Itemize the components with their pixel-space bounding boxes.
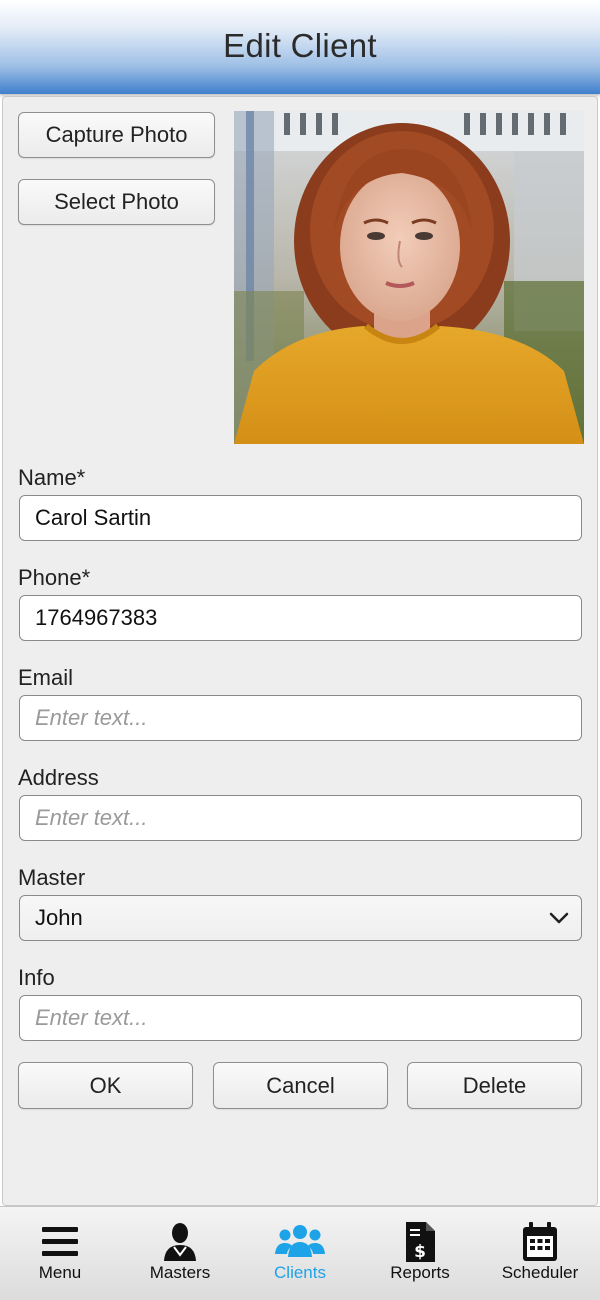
- master-select-value: John: [35, 905, 83, 930]
- calendar-icon: [523, 1222, 557, 1261]
- cancel-button[interactable]: Cancel: [213, 1062, 388, 1109]
- info-label: Info: [18, 965, 55, 990]
- tab-masters[interactable]: Masters: [120, 1207, 240, 1300]
- menu-icon: [42, 1227, 78, 1256]
- ok-button[interactable]: OK: [18, 1062, 193, 1109]
- info-field[interactable]: Enter text...: [19, 995, 582, 1041]
- tab-reports-label: Reports: [390, 1263, 450, 1282]
- email-field[interactable]: Enter text...: [19, 695, 582, 741]
- master-label: Master: [18, 865, 86, 890]
- address-label: Address: [18, 765, 99, 790]
- tab-clients-label: Clients: [274, 1263, 326, 1282]
- phone-label: Phone*: [18, 565, 91, 590]
- name-label: Name*: [18, 465, 86, 490]
- group-icon: [275, 1225, 325, 1257]
- invoice-icon: $: [406, 1222, 435, 1262]
- phone-field[interactable]: 1764967383: [19, 595, 582, 641]
- svg-text:$: $: [414, 1242, 426, 1262]
- edit-client-form: Capture Photo Select Photo Name* Carol S…: [2, 96, 598, 1206]
- capture-photo-button[interactable]: Capture Photo: [18, 112, 215, 158]
- bottom-tab-bar: Menu Masters Clients $ Reports Scheduler: [0, 1206, 600, 1300]
- tab-menu[interactable]: Menu: [0, 1207, 120, 1300]
- chevron-down-icon: [549, 912, 569, 924]
- name-field[interactable]: Carol Sartin: [19, 495, 582, 541]
- select-photo-button[interactable]: Select Photo: [18, 179, 215, 225]
- tab-masters-label: Masters: [149, 1263, 211, 1282]
- master-select[interactable]: John: [19, 895, 582, 941]
- tab-menu-label: Menu: [38, 1263, 82, 1282]
- client-photo: [234, 111, 584, 444]
- tab-scheduler[interactable]: Scheduler: [480, 1207, 600, 1300]
- person-icon: [164, 1223, 196, 1261]
- email-label: Email: [18, 665, 74, 690]
- tab-scheduler-label: Scheduler: [501, 1263, 579, 1282]
- tab-reports[interactable]: $ Reports: [360, 1207, 480, 1300]
- tab-clients[interactable]: Clients: [240, 1207, 360, 1300]
- address-field[interactable]: Enter text...: [19, 795, 582, 841]
- delete-button[interactable]: Delete: [407, 1062, 582, 1109]
- header-bar: Edit Client: [0, 0, 600, 94]
- page-title: Edit Client: [223, 27, 377, 64]
